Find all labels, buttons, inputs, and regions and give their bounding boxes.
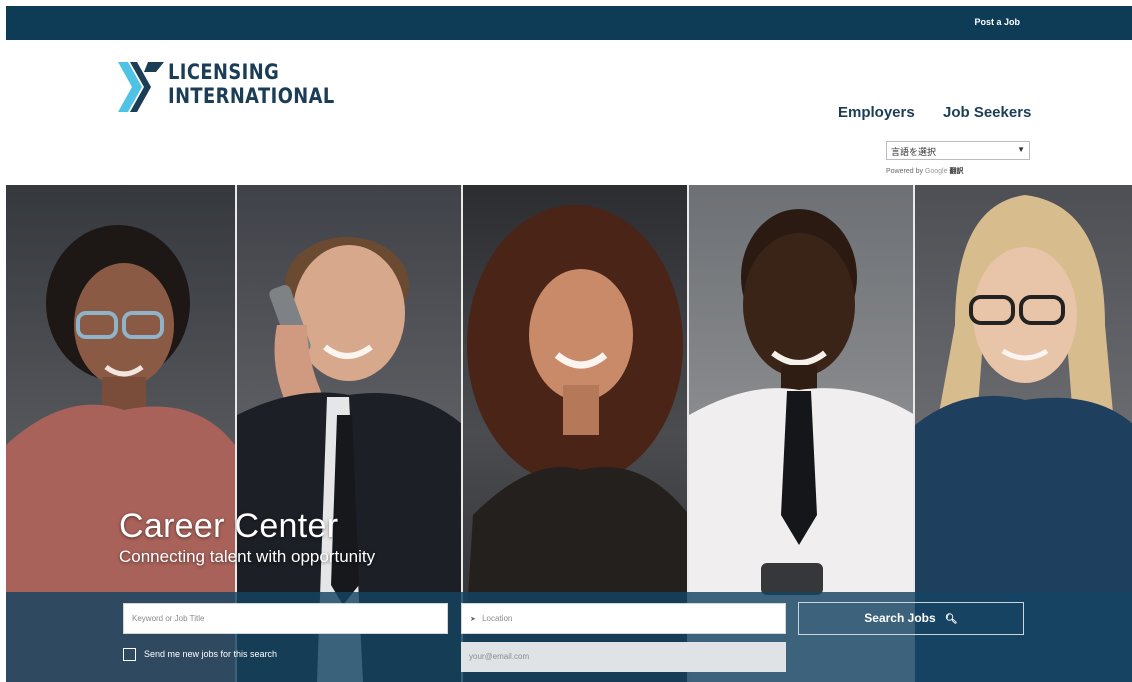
nav-employers[interactable]: Employers	[838, 104, 915, 121]
job-search-form: Keyword or Job Title ➤ Location Search J…	[6, 592, 1132, 682]
logo-line-1: LICENSING	[168, 60, 280, 84]
google-translate-credit: Powered by Google 翻訳	[886, 166, 963, 176]
location-pin-icon: ➤	[470, 616, 476, 623]
google-logo-text: Google	[924, 168, 948, 175]
top-bar: Post a Job	[6, 6, 1132, 40]
nav-job-seekers[interactable]: Job Seekers	[943, 104, 1031, 121]
post-job-link[interactable]: Post a Job	[974, 17, 1020, 27]
powered-by-text: Powered by	[886, 168, 923, 175]
hero-title: Career Center	[119, 507, 339, 545]
logo-x-mark-icon	[118, 62, 164, 112]
logo-wordmark: LICENSING INTERNATIONAL	[168, 60, 335, 108]
email-input[interactable]: your@email.com	[461, 642, 786, 672]
location-input[interactable]: ➤ Location	[461, 603, 786, 634]
search-jobs-label: Search Jobs	[864, 611, 936, 625]
location-placeholder: Location	[482, 614, 513, 623]
language-select[interactable]: 言語を選択 ▼	[886, 141, 1030, 160]
licensing-international-logo[interactable]: LICENSING INTERNATIONAL	[118, 60, 338, 120]
keyword-input[interactable]: Keyword or Job Title	[123, 603, 448, 634]
language-select-value: 言語を選択	[891, 147, 937, 157]
chevron-down-icon: ▼	[1017, 145, 1025, 154]
keyword-placeholder: Keyword or Job Title	[132, 614, 205, 623]
logo-line-2: INTERNATIONAL	[168, 84, 335, 108]
job-alert-label: Send me new jobs for this search	[144, 649, 278, 659]
search-icon: 🔍︎	[945, 614, 958, 625]
email-placeholder: your@email.com	[469, 652, 530, 661]
hero-subtitle: Connecting talent with opportunity	[119, 547, 376, 566]
hero-banner: Career Center Connecting talent with opp…	[6, 185, 1132, 682]
search-jobs-button[interactable]: Search Jobs 🔍︎	[798, 602, 1024, 635]
job-alert-checkbox[interactable]	[123, 648, 136, 661]
translate-link[interactable]: 翻訳	[949, 168, 963, 175]
